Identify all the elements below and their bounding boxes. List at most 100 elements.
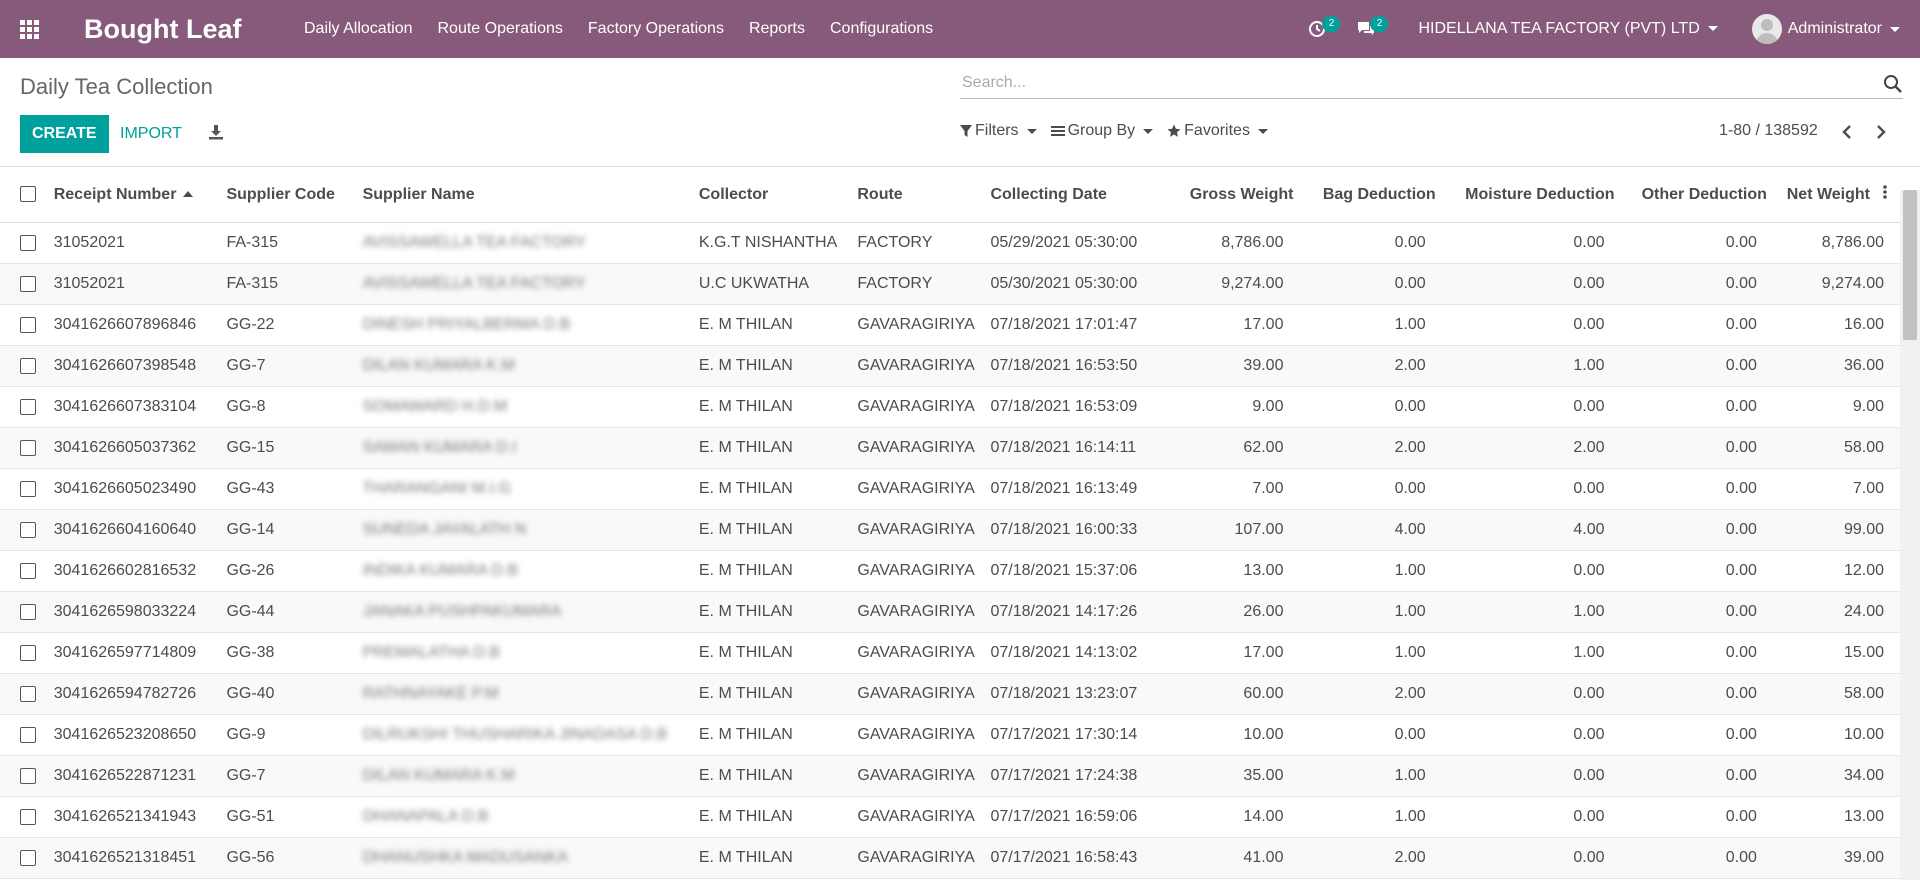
cell-supplier-name[interactable]: AVISSAWELLA TEA FACTORY	[354, 222, 691, 264]
cell-gross-weight[interactable]: 13.00	[1181, 550, 1300, 592]
table-row[interactable]: 3041626607383104 GG-8 SOMAWARD H.D.M E. M T…	[0, 386, 1900, 428]
row-checkbox[interactable]	[0, 550, 46, 592]
cell-other-deduction[interactable]: 0.00	[1620, 304, 1773, 346]
cell-route[interactable]: GAVARAGIRIYA	[849, 673, 983, 715]
cell-supplier-code[interactable]: FA-315	[218, 263, 355, 305]
row-checkbox[interactable]	[0, 714, 46, 756]
cell-receipt-number[interactable]: 3041626523208650	[45, 714, 219, 756]
column-header-net-weight[interactable]: Net Weight	[1772, 167, 1900, 223]
cell-other-deduction[interactable]: 0.00	[1620, 345, 1773, 387]
cell-net-weight[interactable]: 39.00	[1772, 837, 1900, 879]
search-icon[interactable]	[1883, 74, 1903, 94]
cell-gross-weight[interactable]: 39.00	[1181, 345, 1300, 387]
cell-supplier-code[interactable]: GG-44	[218, 591, 355, 633]
cell-supplier-name[interactable]: INDIKA KUMARA D.B	[354, 550, 691, 592]
cell-supplier-code[interactable]: GG-26	[218, 550, 355, 592]
cell-supplier-code[interactable]: GG-8	[218, 386, 355, 428]
table-row[interactable]: 3041626523208650 GG-9 DILRUKSHI THUSHARIKA…	[0, 714, 1900, 756]
import-button[interactable]: IMPORT	[120, 115, 182, 153]
cell-route[interactable]: FACTORY	[849, 263, 983, 305]
favorites-dropdown[interactable]: Favorites	[1167, 122, 1268, 140]
cell-supplier-code[interactable]: GG-9	[218, 714, 355, 756]
apps-grid-icon[interactable]	[0, 0, 58, 58]
row-checkbox[interactable]	[0, 263, 46, 305]
cell-route[interactable]: GAVARAGIRIYA	[849, 591, 983, 633]
list-scrollbar[interactable]	[1900, 190, 1920, 880]
cell-supplier-code[interactable]: GG-7	[218, 755, 355, 797]
cell-moisture-deduction[interactable]: 0.00	[1441, 714, 1621, 756]
cell-route[interactable]: GAVARAGIRIYA	[849, 386, 983, 428]
chevron-left-icon[interactable]	[1841, 124, 1853, 140]
cell-collector[interactable]: E. M THILAN	[690, 714, 850, 756]
cell-net-weight[interactable]: 7.00	[1772, 468, 1900, 510]
cell-bag-deduction[interactable]: 1.00	[1299, 755, 1442, 797]
cell-supplier-name[interactable]: DINESH PRIYALBERMA D.B	[354, 304, 691, 346]
cell-receipt-number[interactable]: 3041626605037362	[45, 427, 219, 469]
cell-supplier-name[interactable]: DILAN KUMARA K.M	[354, 345, 691, 387]
cell-bag-deduction[interactable]: 0.00	[1299, 386, 1442, 428]
cell-gross-weight[interactable]: 9.00	[1181, 386, 1300, 428]
cell-receipt-number[interactable]: 3041626598033224	[45, 591, 219, 633]
cell-bag-deduction[interactable]: 2.00	[1299, 673, 1442, 715]
cell-moisture-deduction[interactable]: 4.00	[1441, 509, 1621, 551]
row-checkbox[interactable]	[0, 222, 46, 264]
cell-supplier-name[interactable]: DHANUSHKA MADUSANKA	[354, 837, 691, 879]
cell-bag-deduction[interactable]: 0.00	[1299, 714, 1442, 756]
cell-supplier-code[interactable]: GG-51	[218, 796, 355, 838]
cell-other-deduction[interactable]: 0.00	[1620, 550, 1773, 592]
cell-moisture-deduction[interactable]: 0.00	[1441, 796, 1621, 838]
create-button[interactable]: CREATE	[20, 115, 109, 153]
cell-gross-weight[interactable]: 9,274.00	[1181, 263, 1300, 305]
cell-collector[interactable]: E. M THILAN	[690, 386, 850, 428]
table-row[interactable]: 3041626598033224 GG-44 JANAKA PUSHPAKUMARA…	[0, 591, 1900, 633]
cell-other-deduction[interactable]: 0.00	[1620, 222, 1773, 264]
table-row[interactable]: 3041626607398548 GG-7 DILAN KUMARA K.M E. M…	[0, 345, 1900, 387]
cell-route[interactable]: GAVARAGIRIYA	[849, 837, 983, 879]
cell-receipt-number[interactable]: 3041626607383104	[45, 386, 219, 428]
activity-menu[interactable]: 2	[1308, 14, 1341, 44]
cell-collecting-date[interactable]: 05/30/2021 05:30:00	[982, 263, 1182, 305]
cell-receipt-number[interactable]: 3041626607398548	[45, 345, 219, 387]
cell-gross-weight[interactable]: 41.00	[1181, 837, 1300, 879]
menu-daily-allocation[interactable]: Daily Allocation	[291, 0, 425, 58]
company-switcher[interactable]: HIDELLANA TEA FACTORY (PVT) LTD	[1418, 20, 1718, 38]
cell-receipt-number[interactable]: 3041626602816532	[45, 550, 219, 592]
row-checkbox[interactable]	[0, 796, 46, 838]
cell-collecting-date[interactable]: 07/18/2021 16:13:49	[982, 468, 1182, 510]
cell-other-deduction[interactable]: 0.00	[1620, 673, 1773, 715]
cell-collecting-date[interactable]: 07/18/2021 16:53:09	[982, 386, 1182, 428]
cell-receipt-number[interactable]: 3041626605023490	[45, 468, 219, 510]
cell-net-weight[interactable]: 58.00	[1772, 673, 1900, 715]
cell-moisture-deduction[interactable]: 0.00	[1441, 468, 1621, 510]
cell-route[interactable]: GAVARAGIRIYA	[849, 345, 983, 387]
cell-net-weight[interactable]: 34.00	[1772, 755, 1900, 797]
cell-moisture-deduction[interactable]: 1.00	[1441, 632, 1621, 674]
cell-route[interactable]: GAVARAGIRIYA	[849, 427, 983, 469]
cell-collecting-date[interactable]: 07/17/2021 17:24:38	[982, 755, 1182, 797]
cell-collecting-date[interactable]: 07/18/2021 14:17:26	[982, 591, 1182, 633]
cell-gross-weight[interactable]: 26.00	[1181, 591, 1300, 633]
cell-supplier-name[interactable]: RATHNAYAKE P.M	[354, 673, 691, 715]
cell-net-weight[interactable]: 15.00	[1772, 632, 1900, 674]
column-header-collecting-date[interactable]: Collecting Date	[982, 167, 1182, 223]
cell-other-deduction[interactable]: 0.00	[1620, 427, 1773, 469]
cell-receipt-number[interactable]: 3041626521318451	[45, 837, 219, 879]
cell-other-deduction[interactable]: 0.00	[1620, 796, 1773, 838]
table-row[interactable]: 3041626594782726 GG-40 RATHNAYAKE P.M E. M …	[0, 673, 1900, 715]
cell-supplier-name[interactable]: THARANGANI M.I.G	[354, 468, 691, 510]
cell-supplier-name[interactable]: SUNEDA JAYALATH N	[354, 509, 691, 551]
cell-gross-weight[interactable]: 17.00	[1181, 632, 1300, 674]
menu-reports[interactable]: Reports	[736, 0, 817, 58]
cell-collector[interactable]: E. M THILAN	[690, 673, 850, 715]
cell-moisture-deduction[interactable]: 1.00	[1441, 591, 1621, 633]
cell-collecting-date[interactable]: 07/18/2021 14:13:02	[982, 632, 1182, 674]
cell-bag-deduction[interactable]: 1.00	[1299, 796, 1442, 838]
filters-dropdown[interactable]: Filters	[960, 122, 1037, 140]
row-checkbox[interactable]	[0, 632, 46, 674]
cell-collecting-date[interactable]: 07/18/2021 13:23:07	[982, 673, 1182, 715]
cell-collector[interactable]: E. M THILAN	[690, 591, 850, 633]
cell-supplier-name[interactable]: DILAN KUMARA K.M	[354, 755, 691, 797]
cell-supplier-name[interactable]: DILRUKSHI THUSHARIKA JINADASA D.B	[354, 714, 691, 756]
cell-moisture-deduction[interactable]: 0.00	[1441, 304, 1621, 346]
cell-gross-weight[interactable]: 60.00	[1181, 673, 1300, 715]
